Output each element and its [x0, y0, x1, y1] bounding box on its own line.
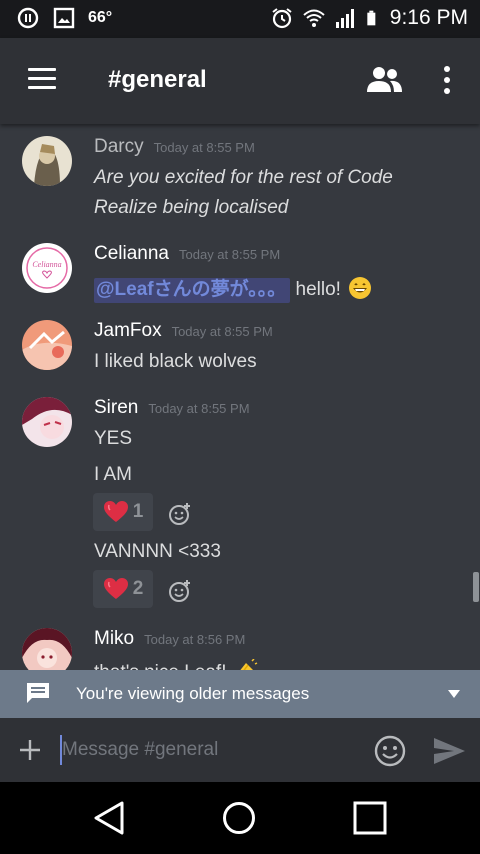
- message-text-fragment: hello!: [295, 279, 341, 300]
- reaction-button[interactable]: 2: [93, 570, 153, 608]
- message-text: I liked black wolves: [94, 351, 257, 372]
- author-name[interactable]: Siren: [94, 397, 138, 419]
- image-icon: [53, 7, 75, 29]
- message-text-fragment: that's nice Leaf!: [94, 662, 227, 670]
- author-name[interactable]: Darcy: [94, 136, 144, 158]
- author-name[interactable]: JamFox: [94, 320, 162, 342]
- heart-icon: [103, 578, 128, 599]
- message-list[interactable]: Darcy Today at 8:55 PM Are you excited f…: [0, 124, 480, 670]
- author-name[interactable]: Celianna: [94, 243, 169, 265]
- clapping-hands-emoji: [240, 659, 258, 670]
- message-text: that's nice Leaf!: [94, 659, 258, 670]
- members-icon[interactable]: [364, 66, 404, 94]
- clock-time: 9:16 PM: [389, 6, 468, 29]
- reaction-count: 1: [132, 501, 144, 522]
- message-text: YES: [94, 428, 133, 449]
- avatar-text: Celianna: [32, 260, 61, 269]
- message-input[interactable]: [60, 735, 350, 765]
- pause-circle-icon: [17, 7, 39, 29]
- timestamp: Today at 8:55 PM: [171, 324, 273, 339]
- more-vertical-icon[interactable]: [436, 65, 458, 95]
- temperature: 66°: [88, 9, 113, 26]
- user-mention[interactable]: @Leafさんの夢が。。。: [94, 278, 291, 303]
- timestamp: Today at 8:55 PM: [153, 140, 255, 155]
- recent-apps-icon[interactable]: [353, 801, 387, 835]
- home-icon[interactable]: [222, 801, 256, 835]
- heart-icon: [103, 501, 128, 522]
- reaction-count: 2: [132, 578, 144, 599]
- grinning-face-emoji: [349, 277, 372, 299]
- system-nav-bar: [0, 782, 480, 854]
- avatar[interactable]: [22, 397, 72, 447]
- emoji-picker-icon[interactable]: [374, 735, 406, 767]
- alarm-clock-icon: [272, 8, 292, 29]
- message-text: I AM: [94, 464, 133, 485]
- channel-header: #general: [0, 38, 480, 124]
- avatar[interactable]: [22, 320, 72, 370]
- add-reaction-icon[interactable]: [168, 502, 192, 526]
- avatar[interactable]: [22, 136, 72, 186]
- avatar[interactable]: Celianna: [22, 243, 72, 293]
- older-messages-text: You're viewing older messages: [76, 684, 310, 703]
- message-text: @Leafさんの夢が。。。 hello!: [94, 274, 372, 303]
- channel-title: #general: [108, 66, 207, 93]
- add-reaction-icon[interactable]: [168, 579, 192, 603]
- message-text: Are you excited for the rest of Code: [94, 167, 393, 188]
- timestamp: Today at 8:56 PM: [144, 632, 246, 647]
- hamburger-menu-icon[interactable]: [28, 68, 56, 90]
- signal-icon: [335, 9, 354, 28]
- back-icon[interactable]: [92, 800, 126, 836]
- message-text: Realize being localised: [94, 197, 289, 218]
- chevron-down-icon[interactable]: [448, 690, 460, 698]
- battery-icon: [367, 10, 376, 26]
- chat-bubble-icon: [27, 683, 49, 703]
- older-messages-bar[interactable]: You're viewing older messages: [0, 670, 480, 718]
- reaction-button[interactable]: 1: [93, 493, 153, 531]
- timestamp: Today at 8:55 PM: [148, 401, 250, 416]
- wifi-icon: [303, 9, 325, 27]
- message-composer: [0, 718, 480, 782]
- timestamp: Today at 8:55 PM: [179, 247, 281, 262]
- message-text: VANNNN <333: [94, 541, 221, 562]
- avatar[interactable]: [22, 628, 72, 670]
- send-icon[interactable]: [432, 737, 466, 765]
- status-bar: 66° 9:16 PM: [0, 0, 480, 38]
- scrollbar-thumb[interactable]: [473, 572, 479, 602]
- author-name[interactable]: Miko: [94, 628, 134, 650]
- plus-icon[interactable]: [18, 738, 42, 762]
